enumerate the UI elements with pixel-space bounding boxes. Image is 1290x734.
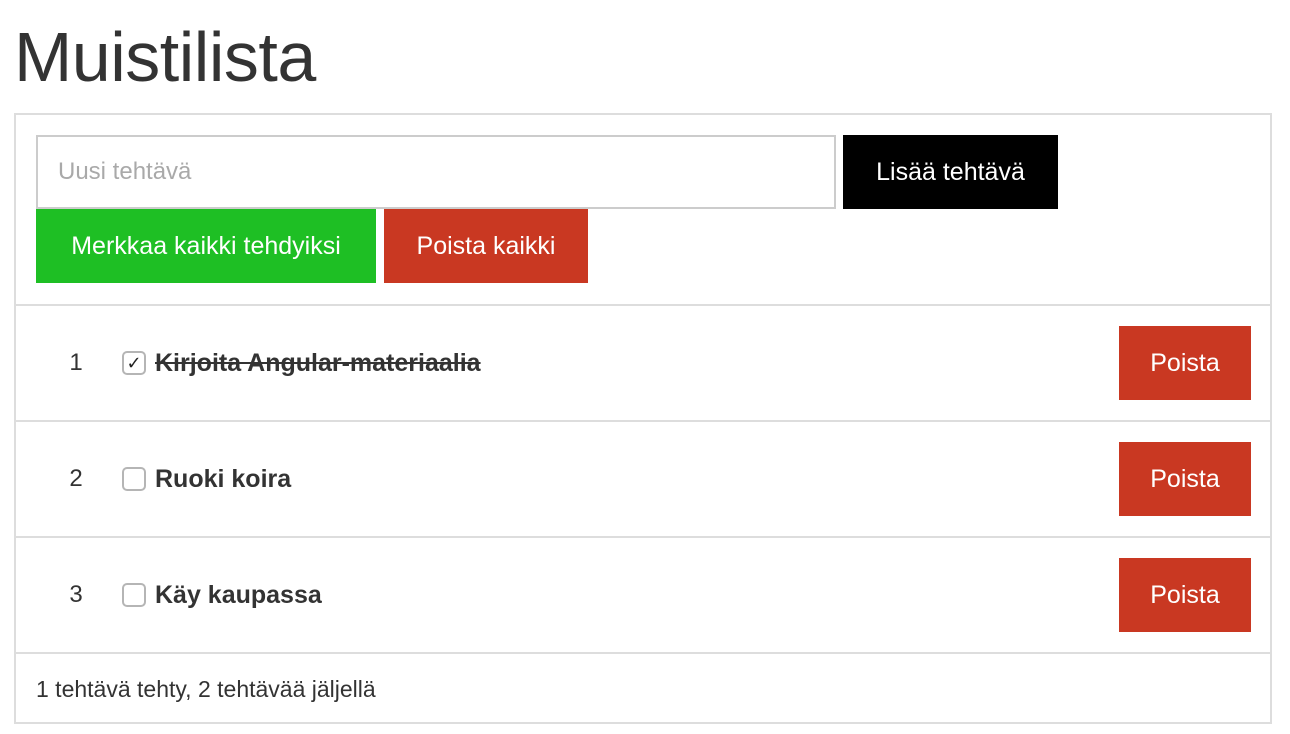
page-title: Muistilista bbox=[14, 18, 316, 96]
todo-checkbox[interactable] bbox=[122, 583, 146, 607]
new-task-input[interactable] bbox=[36, 135, 836, 209]
delete-all-button[interactable]: Poista kaikki bbox=[384, 209, 588, 283]
todo-panel: Lisää tehtävä Merkkaa kaikki tehdyiksi P… bbox=[14, 113, 1272, 724]
add-task-button[interactable]: Lisää tehtävä bbox=[843, 135, 1058, 209]
status-summary: 1 tehtävä tehty, 2 tehtävää jäljellä bbox=[36, 676, 376, 702]
add-task-section: Lisää tehtävä Merkkaa kaikki tehdyiksi P… bbox=[16, 115, 1270, 306]
todo-row: 1 ✓ Kirjoita Angular-materiaalia Poista bbox=[16, 306, 1270, 422]
todo-number: 3 bbox=[69, 581, 83, 608]
todo-number: 2 bbox=[69, 465, 83, 492]
checkmark-icon: ✓ bbox=[126, 353, 142, 373]
mark-all-done-button[interactable]: Merkkaa kaikki tehdyiksi bbox=[36, 209, 376, 283]
todo-row: 2 Ruoki koira Poista bbox=[16, 422, 1270, 538]
todo-number: 1 bbox=[69, 349, 83, 376]
todo-checkbox[interactable]: ✓ bbox=[122, 351, 146, 375]
todo-row: 3 Käy kaupassa Poista bbox=[16, 538, 1270, 654]
todo-text: Käy kaupassa bbox=[155, 581, 322, 609]
delete-todo-button[interactable]: Poista bbox=[1119, 558, 1251, 632]
delete-todo-button[interactable]: Poista bbox=[1119, 326, 1251, 400]
delete-todo-button[interactable]: Poista bbox=[1119, 442, 1251, 516]
todo-text: Kirjoita Angular-materiaalia bbox=[155, 349, 481, 377]
todo-text: Ruoki koira bbox=[155, 465, 292, 493]
todo-checkbox[interactable] bbox=[122, 467, 146, 491]
